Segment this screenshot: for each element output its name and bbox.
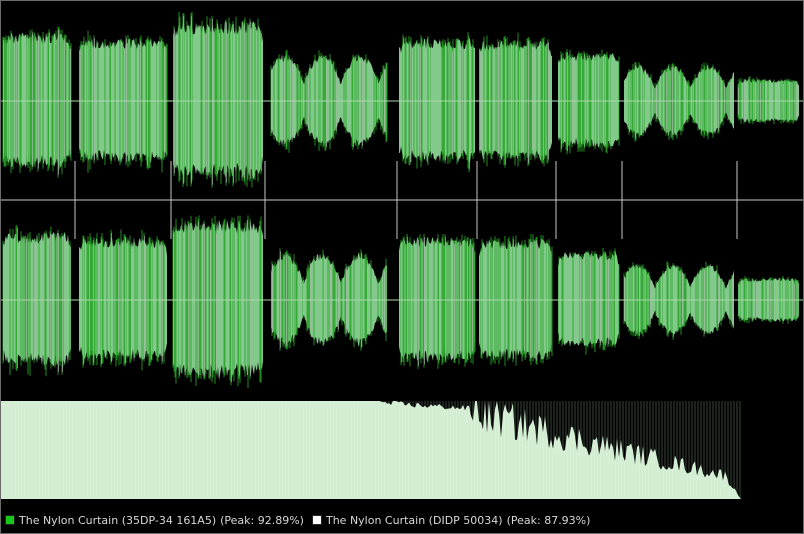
legend-peak: (Peak: 87.93%) bbox=[506, 513, 591, 527]
legend-item-original: The Nylon Curtain (35DP-34 161A5) (Peak:… bbox=[5, 514, 304, 527]
channel-left-waveform bbox=[2, 11, 799, 188]
legend-peak: (Peak: 92.89%) bbox=[220, 513, 304, 527]
legend-label: The Nylon Curtain (DIDP 50034) bbox=[325, 513, 503, 527]
legend-bar: The Nylon Curtain (35DP-34 161A5) (Peak:… bbox=[1, 509, 803, 531]
waveform-track-4 bbox=[271, 53, 387, 147]
waveform-view[interactable] bbox=[1, 1, 803, 501]
legend-swatch-green bbox=[5, 515, 15, 525]
waveform-comparison-window: The Nylon Curtain (35DP-34 161A5) (Peak:… bbox=[0, 0, 804, 534]
waveform-canvas[interactable] bbox=[1, 1, 803, 501]
legend-swatch-white bbox=[311, 515, 322, 525]
spectrum-hatching bbox=[1, 401, 741, 499]
legend-item-comparison: The Nylon Curtain (DIDP 50034) (Peak: 87… bbox=[311, 513, 591, 527]
waveform-peaks-3 bbox=[173, 11, 262, 188]
channel-right-waveform bbox=[2, 215, 799, 389]
track-separators bbox=[1, 161, 803, 239]
spectrum-graph bbox=[1, 401, 741, 499]
legend-label: The Nylon Curtain (35DP-34 161A5) bbox=[19, 513, 217, 527]
